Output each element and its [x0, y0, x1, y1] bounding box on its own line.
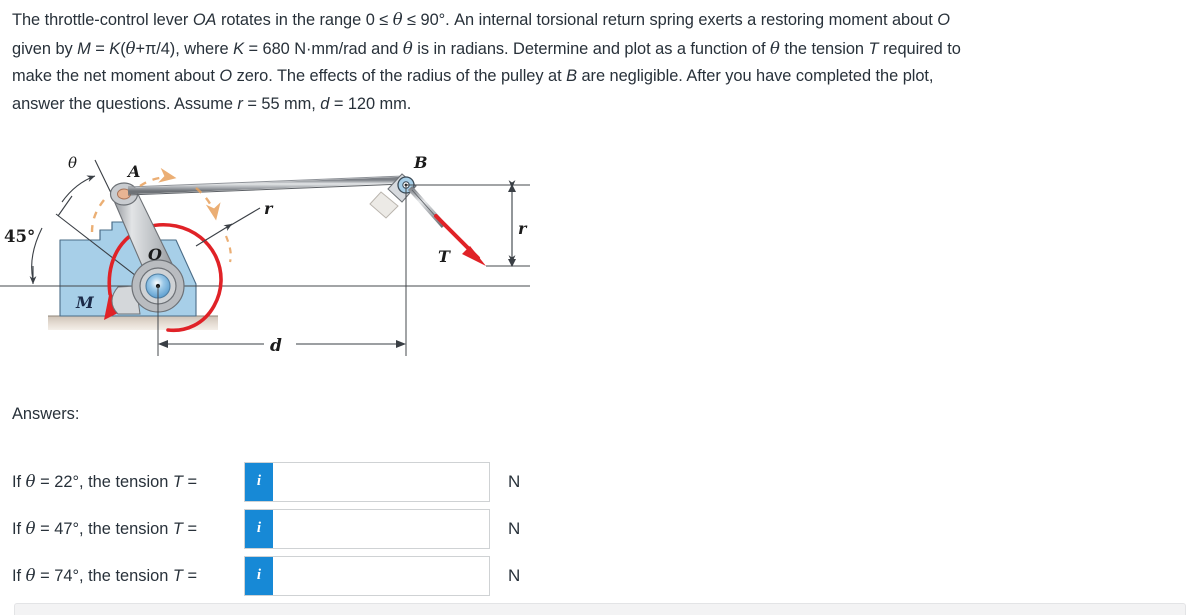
var-theta: θ	[392, 10, 403, 29]
dimension-d	[157, 185, 407, 356]
var-k: K	[233, 39, 244, 58]
label-M: M	[75, 293, 95, 312]
var-theta: θ	[402, 38, 413, 58]
statement-text: given by	[12, 39, 78, 58]
unit-label-3: N	[508, 565, 521, 585]
statement-text: +π/4), where	[135, 39, 234, 58]
var-theta: θ	[25, 565, 36, 585]
statement-text: The throttle-control lever	[12, 11, 193, 29]
label-B: B	[413, 153, 428, 172]
label-theta: θ	[68, 154, 77, 172]
answers-list: If θ = 22°, the tension T = i N If θ = 4…	[12, 458, 612, 599]
info-icon-button-3[interactable]: i	[245, 556, 273, 595]
var-theta: θ	[770, 38, 780, 58]
unit-label-2: N	[508, 518, 521, 538]
var-m: M	[77, 39, 91, 58]
label-T: T	[438, 247, 451, 266]
problem-page: The throttle-control lever OA rotates in…	[0, 0, 1200, 615]
var-o: O	[219, 67, 233, 85]
answer-field-group-3: i	[244, 555, 490, 596]
statement-text: answer the questions. Assume	[12, 94, 238, 113]
statement-text: zero. The effects of the radius of the p…	[232, 67, 567, 85]
answer-mid: = 22°, the tension	[35, 472, 173, 491]
statement-text: make the net moment about	[12, 67, 220, 85]
var-theta: θ	[25, 518, 36, 538]
statement-text: ≤ 90°. An internal torsional return spri…	[402, 11, 938, 29]
var-t: T	[172, 566, 183, 585]
answer-suffix: =	[182, 472, 198, 491]
answer-prefix: If	[12, 519, 26, 538]
label-r-middle: r	[264, 199, 274, 218]
var-oa: OA	[192, 11, 217, 29]
info-icon-button-2[interactable]: i	[245, 509, 273, 548]
answer-field-group-1: i	[244, 461, 490, 502]
answer-row-1: If θ = 22°, the tension T = i N	[12, 458, 612, 505]
problem-statement: The throttle-control lever OA rotates in…	[12, 6, 1188, 118]
tension-input-2[interactable]	[273, 509, 489, 548]
label-O: O	[148, 245, 162, 264]
statement-line-1: The throttle-control lever OA rotates in…	[12, 6, 1188, 35]
answer-label-2: If θ = 47°, the tension T =	[12, 519, 244, 539]
tension-input-3[interactable]	[273, 556, 489, 595]
statement-text: = 680 N·mm/rad and	[244, 39, 403, 58]
var-t: T	[868, 39, 879, 58]
var-theta: θ	[25, 471, 36, 491]
answer-prefix: If	[12, 472, 26, 491]
info-icon-button-1[interactable]: i	[245, 462, 273, 501]
label-A: A	[126, 162, 140, 181]
var-t: T	[172, 519, 183, 538]
throttle-lever-diagram: 45° θ M O A B T r r d	[0, 144, 600, 394]
bottom-panel-edge	[14, 603, 1186, 615]
answers-heading: Answers:	[12, 405, 80, 423]
var-b: B	[566, 67, 577, 85]
answer-label-3: If θ = 74°, the tension T =	[12, 566, 244, 586]
answer-field-group-2: i	[244, 508, 490, 549]
unit-label-1: N	[508, 471, 521, 491]
statement-text: is in radians. Determine and plot as a f…	[412, 39, 771, 58]
statement-line-3: make the net moment about O zero. The ef…	[12, 63, 1188, 91]
var-t: T	[172, 472, 183, 491]
angle-theta-indicator	[57, 175, 96, 217]
answer-row-2: If θ = 47°, the tension T = i N	[12, 505, 612, 552]
answer-suffix: =	[182, 566, 198, 585]
cable-A-to-B	[127, 175, 405, 196]
statement-line-4: answer the questions. Assume r = 55 mm, …	[12, 91, 1188, 119]
answer-label-1: If θ = 22°, the tension T =	[12, 472, 244, 492]
tension-input-1[interactable]	[273, 462, 489, 501]
statement-line-2: given by M = K(θ+π/4), where K = 680 N·m…	[12, 35, 1188, 64]
answer-prefix: If	[12, 566, 26, 585]
label-45-degrees: 45°	[4, 227, 35, 246]
var-d: d	[320, 94, 330, 113]
answer-mid: = 74°, the tension	[35, 566, 173, 585]
statement-text: =	[90, 39, 110, 58]
statement-text: = 120 mm.	[329, 94, 412, 113]
var-theta: θ	[125, 38, 136, 58]
label-r-right: r	[518, 219, 528, 238]
statement-text: = 55 mm,	[242, 94, 321, 113]
var-o: O	[937, 11, 950, 29]
answer-row-3: If θ = 74°, the tension T = i N	[12, 552, 612, 599]
answer-mid: = 47°, the tension	[35, 519, 173, 538]
label-d: d	[270, 336, 282, 356]
var-k: K	[109, 39, 121, 58]
statement-text: the tension	[779, 39, 869, 58]
answer-suffix: =	[182, 519, 198, 538]
statement-text: required to	[878, 39, 961, 58]
statement-text: are negligible. After you have completed…	[576, 67, 934, 85]
statement-text: rotates in the range 0 ≤	[216, 11, 393, 29]
